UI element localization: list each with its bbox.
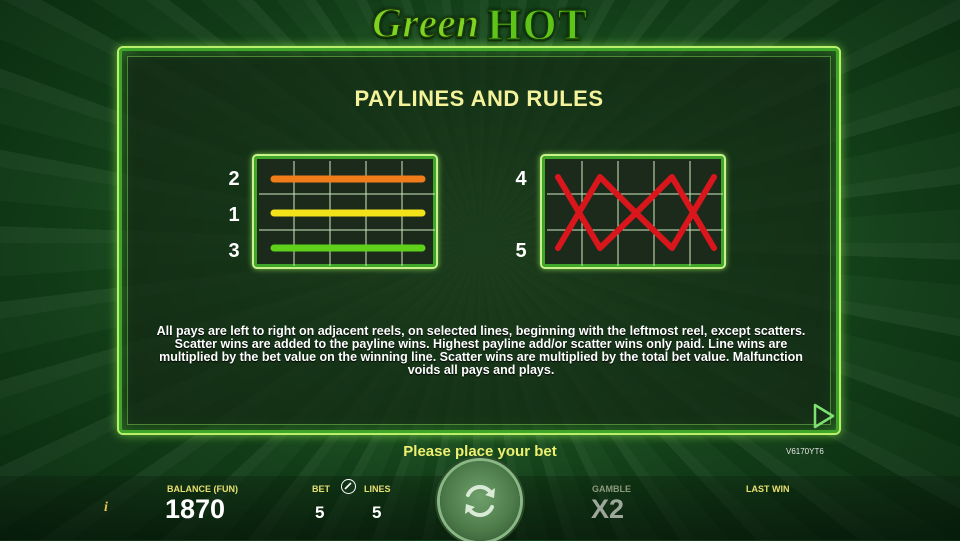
payline-diagram-horizontal [252,154,438,269]
lines-label: LINES [364,484,391,494]
bet-value[interactable]: 5 [315,503,324,523]
lines-value[interactable]: 5 [372,503,381,523]
payline-diagram-zigzag [540,154,726,269]
payline-number-3: 3 [228,240,240,262]
logo-word-green: Green [371,0,480,48]
last-win-label: LAST WIN [746,484,790,494]
refresh-arrows-icon [465,485,495,517]
payline-number-2: 2 [228,168,240,190]
logo-word-hot: HOT [487,0,589,49]
balance-value: 1870 [165,494,226,524]
payline-number-1: 1 [228,204,240,226]
gamble-button[interactable]: X2 [591,494,624,525]
play-triangle-icon [813,403,835,429]
game-logo: Green HOT [0,0,960,49]
payline-5-line [555,174,717,251]
balance-label: BALANCE (FUN) [167,484,238,494]
bet-label: BET [312,484,330,494]
rules-text: All pays are left to right on adjacent r… [156,324,806,377]
version-label: V6170YT6 [786,447,824,456]
edit-bet-icon[interactable] [341,479,356,494]
panel-title: PAYLINES AND RULES [354,86,604,111]
spin-button[interactable] [440,461,520,541]
gamble-label: GAMBLE [592,484,631,494]
payline-number-5: 5 [515,240,527,262]
payline-number-4: 4 [515,168,527,190]
next-page-button[interactable] [812,403,836,429]
info-icon[interactable]: i [104,500,108,516]
